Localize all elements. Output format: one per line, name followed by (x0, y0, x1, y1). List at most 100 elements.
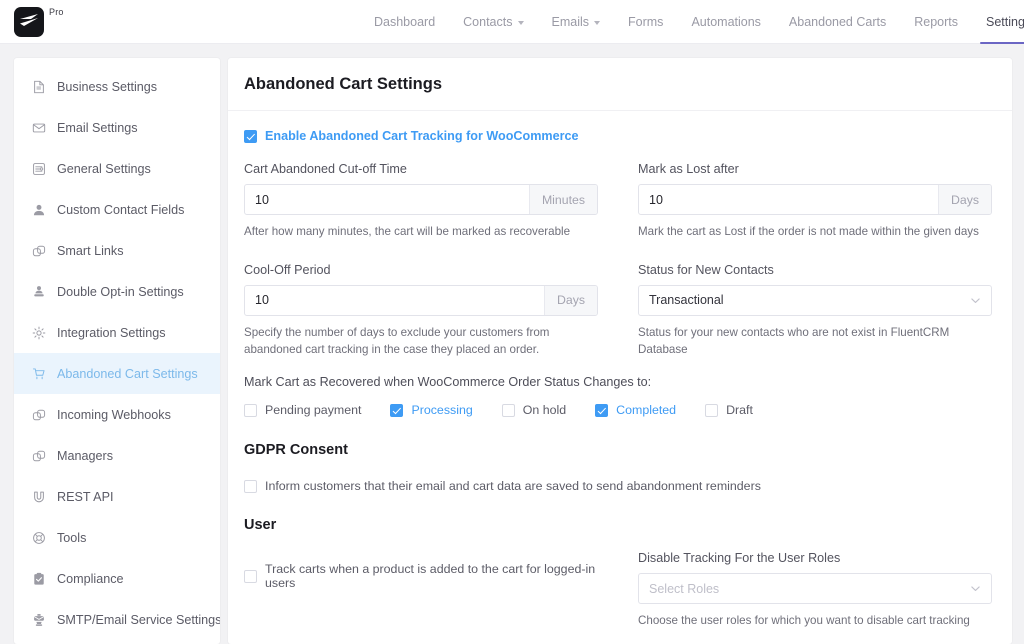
sidebar-item-label: Incoming Webhooks (57, 407, 171, 422)
sidebar-item-smtp-email-service-settings[interactable]: SMTP/Email Service Settings (14, 599, 220, 640)
sidebar-item-abandoned-cart-settings[interactable]: Abandoned Cart Settings (14, 353, 220, 394)
new-contact-status-help: Status for your new contacts who are not… (638, 325, 950, 356)
link-chain-icon (31, 243, 46, 258)
page-title: Abandoned Cart Settings (244, 75, 443, 93)
checkbox-label: On hold (522, 403, 567, 418)
sidebar-item-business-settings[interactable]: Business Settings (14, 66, 220, 107)
sidebar-item-email-settings[interactable]: Email Settings (14, 107, 220, 148)
sidebar-item-label: General Settings (57, 161, 151, 176)
sidebar-item-smart-links[interactable]: Smart Links (14, 230, 220, 271)
sidebar-item-compliance[interactable]: Compliance (14, 558, 220, 599)
disable-roles-select[interactable]: Select Roles (638, 573, 992, 605)
enable-tracking-label: Enable Abandoned Cart Tracking for WooCo… (265, 129, 579, 143)
enable-tracking-checkbox-row[interactable]: Enable Abandoned Cart Tracking for WooCo… (244, 129, 992, 143)
cool-off-field: Cool-Off Period Days Specify the number … (244, 263, 598, 359)
sidebar-item-integration-settings[interactable]: Integration Settings (14, 312, 220, 353)
nav-item-reports[interactable]: Reports (900, 0, 972, 44)
nav-item-settings[interactable]: Settings (972, 0, 1024, 44)
envelope-icon (31, 120, 46, 135)
checkbox[interactable] (595, 403, 609, 417)
track-logged-in-field: Track carts when a product is added to t… (244, 551, 598, 630)
mark-lost-label: Mark as Lost after (638, 162, 739, 176)
brand-logo[interactable]: Pro (0, 6, 64, 37)
chevron-down-icon (970, 583, 981, 594)
recovered-status-section: Mark Cart as Recovered when WooCommerce … (244, 375, 992, 417)
link-chain-icon (31, 407, 46, 422)
cutoff-time-input-group[interactable]: Minutes (244, 184, 598, 215)
main-panel-body: Enable Abandoned Cart Tracking for WooCo… (228, 111, 1012, 630)
checkbox[interactable] (390, 403, 404, 417)
disable-roles-field: Disable Tracking For the User Roles Sele… (638, 551, 992, 630)
magnet-icon (31, 489, 46, 504)
nav-item-forms[interactable]: Forms (614, 0, 677, 44)
recovered-status-option-draft[interactable]: Draft (705, 403, 753, 417)
sidebar-item-double-opt-in-settings[interactable]: Double Opt-in Settings (14, 271, 220, 312)
gdpr-consent-checkbox-row[interactable]: Inform customers that their email and ca… (244, 479, 992, 493)
cutoff-time-field: Cart Abandoned Cut-off Time Minutes Afte… (244, 162, 598, 241)
track-logged-in-checkbox-row[interactable]: Track carts when a product is added to t… (244, 562, 598, 590)
checkbox[interactable] (501, 403, 515, 417)
sidebar-item-label: Abandoned Cart Settings (57, 366, 198, 381)
settings-row-1: Cart Abandoned Cut-off Time Minutes Afte… (244, 162, 992, 241)
nav-item-label: Automations (691, 15, 761, 29)
sidebar-item-general-settings[interactable]: General Settings (14, 148, 220, 189)
checkbox-label: Pending payment (265, 403, 362, 418)
sidebar-item-label: Smart Links (57, 243, 124, 258)
recovered-status-checkbox-row: Pending payment Processing On hold Complete… (244, 403, 992, 417)
chevron-down-icon (970, 295, 981, 306)
checkbox[interactable] (705, 403, 719, 417)
nav-item-label: Settings (986, 15, 1024, 29)
recovered-status-option-completed[interactable]: Completed (595, 403, 676, 417)
cutoff-time-input[interactable] (245, 185, 529, 214)
nav-item-label: Emails (551, 15, 590, 29)
gdpr-section: GDPR Consent Inform customers that their… (244, 442, 992, 493)
nav-item-contacts[interactable]: Contacts (449, 0, 537, 44)
sidebar-item-managers[interactable]: Managers (14, 435, 220, 476)
cool-off-input-group[interactable]: Days (244, 284, 598, 316)
page-container: Business Settings Email Settings General S… (0, 44, 1024, 644)
sliders-list-icon (31, 161, 46, 176)
sidebar-item-rest-api[interactable]: REST API (14, 476, 220, 517)
sidebar-item-label: Business Settings (57, 79, 158, 94)
checkbox[interactable] (244, 403, 257, 417)
new-contact-status-select[interactable]: Transactional (638, 284, 992, 316)
settings-sidebar: Business Settings Email Settings General S… (14, 58, 220, 644)
sidebar-item-label: Compliance (57, 571, 124, 586)
sidebar-item-incoming-webhooks[interactable]: Incoming Webhooks (14, 394, 220, 435)
cutoff-time-label: Cart Abandoned Cut-off Time (244, 162, 407, 176)
nav-item-emails[interactable]: Emails (538, 0, 615, 44)
gdpr-consent-checkbox[interactable] (244, 479, 257, 493)
chevron-down-icon (517, 21, 524, 25)
mark-lost-field: Mark as Lost after Days Mark the cart as… (638, 162, 992, 241)
sidebar-item-custom-contact-fields[interactable]: Custom Contact Fields (14, 189, 220, 230)
mark-lost-input-group[interactable]: Days (638, 184, 992, 215)
track-logged-in-label: Track carts when a product is added to t… (265, 562, 596, 591)
clipboard-check-icon (31, 571, 46, 586)
cool-off-input[interactable] (245, 285, 544, 315)
shopping-cart-icon (31, 366, 46, 381)
nav-item-automations[interactable]: Automations (677, 0, 774, 44)
track-logged-in-checkbox[interactable] (244, 569, 257, 583)
recovered-status-option-on-hold[interactable]: On hold (501, 403, 567, 418)
disable-roles-help: Choose the user roles for which you want… (638, 614, 970, 628)
document-icon (31, 79, 46, 94)
nav-item-abandoned-carts[interactable]: Abandoned Carts (775, 0, 900, 44)
enable-tracking-checkbox[interactable] (244, 129, 257, 143)
nav-item-label: Reports (914, 15, 958, 29)
gdpr-title: GDPR Consent (244, 442, 348, 459)
sidebar-item-label: Tools (57, 530, 87, 545)
settings-row-2: Cool-Off Period Days Specify the number … (244, 263, 992, 359)
sidebar-item-label: REST API (57, 489, 114, 504)
fluentcrm-bolt-logo-icon (14, 7, 44, 37)
nav-item-dashboard[interactable]: Dashboard (360, 0, 449, 44)
user-title: User (244, 517, 277, 534)
sidebar-item-tools[interactable]: Tools (14, 517, 220, 558)
nav-item-label: Contacts (463, 15, 513, 29)
link-chain-icon (31, 448, 46, 463)
mark-lost-input[interactable] (639, 185, 938, 214)
disable-roles-label: Disable Tracking For the User Roles (638, 551, 841, 566)
recovered-status-option-processing[interactable]: Processing (390, 403, 473, 417)
recovered-status-option-pending-payment[interactable]: Pending payment (244, 403, 361, 417)
sidebar-item-label: Double Opt-in Settings (57, 284, 184, 299)
sidebar-item-label: Email Settings (57, 120, 138, 135)
